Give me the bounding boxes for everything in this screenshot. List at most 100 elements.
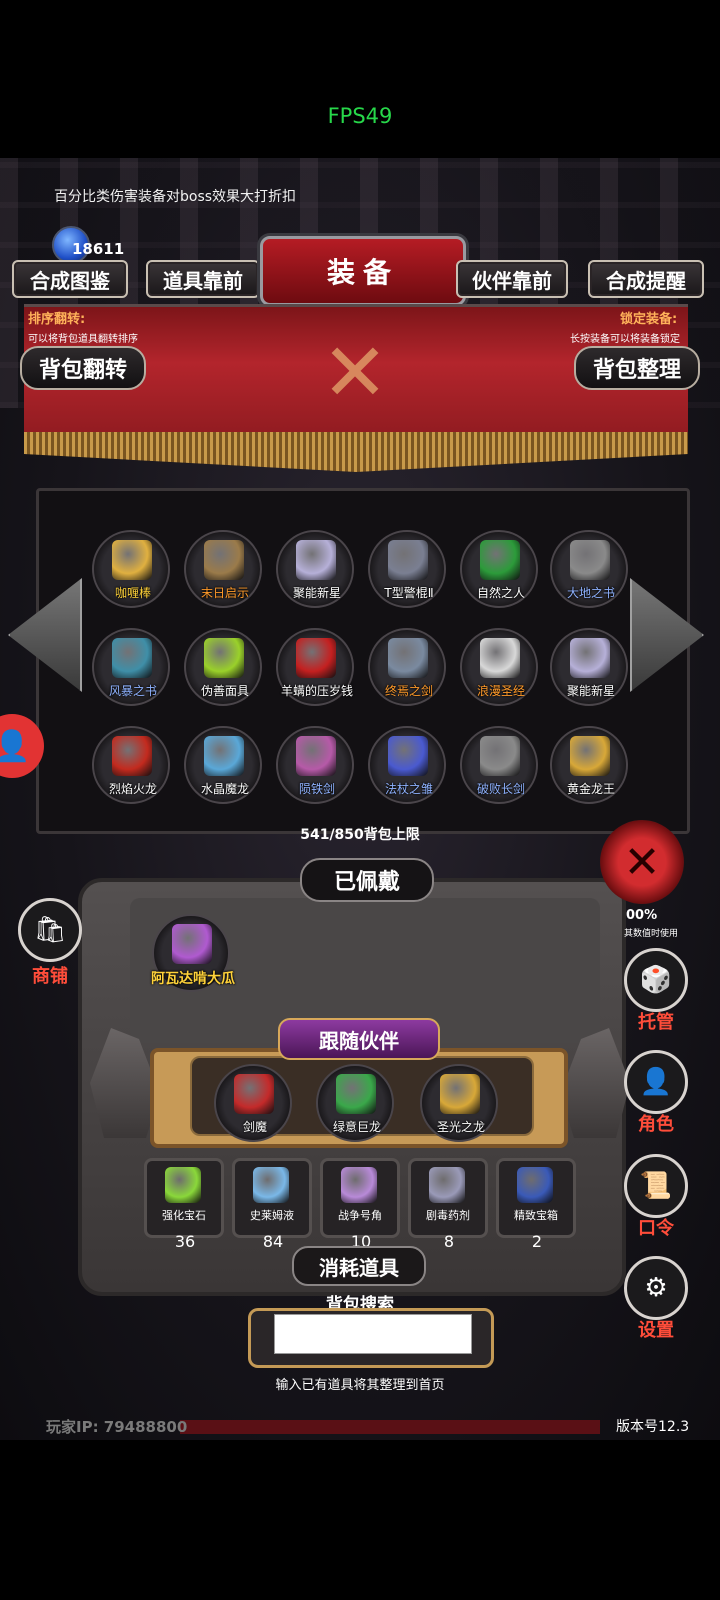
game-scene: 百分比类伤害装备对boss效果大打折扣 18611 合成图鉴 道具靠前 装备 伙… (0, 158, 720, 1440)
consumable-label: 剧毒药剂 (426, 1209, 470, 1222)
inventory-item[interactable]: 自然之人 (460, 530, 538, 608)
consumable-icon (253, 1167, 289, 1203)
inventory-item[interactable]: 终焉之剑 (368, 628, 446, 706)
dice-icon: 🎲 (624, 948, 688, 1012)
password-label: 口令 (638, 1218, 674, 1239)
lock-note: 长按装备可以将装备锁定 (570, 334, 680, 345)
manage-label: 托管 (638, 1012, 674, 1033)
follower-icon (336, 1074, 376, 1114)
item-icon (480, 736, 520, 776)
settings-button[interactable]: ⚙ 设置 (624, 1256, 688, 1342)
consumable-item[interactable]: 史莱姆液 (232, 1158, 312, 1238)
tab-synthesis-reminder[interactable]: 合成提醒 (588, 260, 704, 298)
item-label: 风暴之书 (108, 684, 157, 698)
item-icon (296, 736, 336, 776)
follower-item[interactable]: 剑魔 (214, 1064, 292, 1142)
inventory-item[interactable]: 伪善面具 (184, 628, 262, 706)
percent-note: 其数值时使用 (624, 929, 679, 939)
player-ip: 玩家IP: 79488800 (46, 1418, 188, 1436)
follower-icon (440, 1074, 480, 1114)
scroll-icon: 📜 (624, 1154, 688, 1218)
inventory-item[interactable]: 法杖之雏 (368, 726, 446, 804)
item-icon (570, 540, 610, 580)
inventory-item[interactable]: 陨铁剑 (276, 726, 354, 804)
item-label: 自然之人 (476, 586, 525, 600)
consumable-item[interactable]: 强化宝石 (144, 1158, 224, 1238)
crossed-swords-emblem-icon: ✕ (321, 326, 389, 419)
inventory-item[interactable]: 浪漫圣经 (460, 628, 538, 706)
role-button[interactable]: 👤 角色 (624, 1050, 688, 1136)
item-icon (296, 638, 336, 678)
consumable-label: 史莱姆液 (250, 1209, 294, 1222)
close-button[interactable]: ✕ (600, 820, 684, 904)
item-label: 水晶魔龙 (200, 782, 249, 796)
equipped-item-label: 阿瓦达啃大瓜 (151, 971, 235, 987)
tab-items-first[interactable]: 道具靠前 (146, 260, 260, 298)
consumable-item[interactable]: 战争号角 (320, 1158, 400, 1238)
auto-manage-button[interactable]: 🎲 托管 (624, 948, 688, 1034)
item-icon (570, 736, 610, 776)
item-icon (570, 638, 610, 678)
item-label: 咖喱棒 (114, 586, 151, 600)
item-label: 大地之书 (566, 586, 615, 600)
item-ring: 伪善面具 (184, 628, 262, 706)
equipped-item-icon (172, 924, 212, 964)
inventory-item[interactable]: 聚能新星 (550, 628, 628, 706)
shop-button[interactable]: 🛍 商铺 (18, 898, 82, 988)
item-icon (204, 540, 244, 580)
lock-title: 锁定装备: (620, 312, 678, 327)
consumable-count: 2 (531, 1232, 543, 1251)
inventory-item[interactable]: 末日启示 (184, 530, 262, 608)
sort-note: 可以将背包道具翻转排序 (28, 334, 138, 345)
ip-bar (180, 1420, 600, 1434)
banner-fringe (24, 432, 688, 472)
item-label: 聚能新星 (566, 684, 615, 698)
follower-ring: 绿意巨龙 (316, 1064, 394, 1142)
inventory-item[interactable]: 烈焰火龙 (92, 726, 170, 804)
tab-synthesis-catalog[interactable]: 合成图鉴 (12, 260, 128, 298)
item-label: 末日启示 (200, 586, 249, 600)
search-input[interactable] (274, 1314, 472, 1354)
item-icon (112, 638, 152, 678)
consumable-item[interactable]: 剧毒药剂 (408, 1158, 488, 1238)
follower-label: 绿意巨龙 (332, 1120, 381, 1134)
item-ring: 大地之书 (550, 530, 628, 608)
item-ring: 咖喱棒 (92, 530, 170, 608)
item-label: 烈焰火龙 (108, 782, 157, 796)
item-ring: 法杖之雏 (368, 726, 446, 804)
follower-label: 剑魔 (242, 1120, 267, 1134)
password-button[interactable]: 📜 口令 (624, 1154, 688, 1240)
follower-item[interactable]: 绿意巨龙 (316, 1064, 394, 1142)
item-label: 聚能新星 (292, 586, 341, 600)
inventory-item[interactable]: 羊螨的压岁钱 (276, 628, 354, 706)
item-label: 黄金龙王 (566, 782, 615, 796)
inventory-item[interactable]: 破败长剑 (460, 726, 538, 804)
shop-label: 商铺 (32, 966, 68, 987)
equipped-item[interactable]: 阿瓦达啃大瓜 (151, 914, 235, 992)
item-ring: 浪漫圣经 (460, 628, 538, 706)
equipped-title: 已佩戴 (300, 858, 434, 902)
page-title: 装备 (260, 236, 466, 306)
inventory-item[interactable]: 咖喱棒 (92, 530, 170, 608)
follower-icon (234, 1074, 274, 1114)
inventory-item[interactable]: T型警棍Ⅱ (368, 530, 446, 608)
item-label: 破败长剑 (476, 782, 525, 796)
consumable-label: 强化宝石 (162, 1209, 206, 1222)
inventory-item[interactable]: 水晶魔龙 (184, 726, 262, 804)
item-icon (388, 736, 428, 776)
tab-partners-first[interactable]: 伙伴靠前 (456, 260, 568, 298)
shop-icon: 🛍 (18, 898, 82, 962)
item-icon (480, 638, 520, 678)
item-ring: 烈焰火龙 (92, 726, 170, 804)
followers-title: 跟随伙伴 (278, 1018, 440, 1060)
inventory-item[interactable]: 大地之书 (550, 530, 628, 608)
inventory-item[interactable]: 聚能新星 (276, 530, 354, 608)
inventory-item[interactable]: 风暴之书 (92, 628, 170, 706)
flip-bag-button[interactable]: 背包翻转 (20, 346, 146, 390)
inventory-item[interactable]: 黄金龙王 (550, 726, 628, 804)
gear-icon: ⚙ (624, 1256, 688, 1320)
consumable-item[interactable]: 精致宝箱 (496, 1158, 576, 1238)
follower-item[interactable]: 圣光之龙 (420, 1064, 498, 1142)
item-icon (204, 638, 244, 678)
arrange-bag-button[interactable]: 背包整理 (574, 346, 700, 390)
